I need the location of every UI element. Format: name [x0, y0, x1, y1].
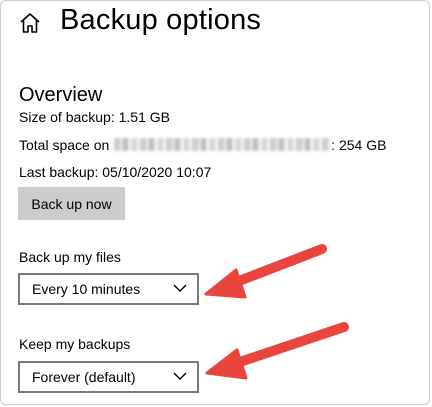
redacted-drive-name — [114, 138, 331, 151]
retention-dropdown[interactable]: Forever (default) — [18, 361, 199, 393]
retention-value: Forever (default) — [32, 369, 136, 385]
back-up-now-button[interactable]: Back up now — [18, 187, 125, 220]
last-backup-text: Last backup: 05/10/2020 10:07 — [19, 164, 212, 180]
total-space-text: Total space on : 254 GB — [19, 137, 386, 153]
backup-frequency-value: Every 10 minutes — [32, 281, 141, 297]
chevron-down-icon — [173, 284, 187, 292]
chevron-down-icon — [173, 372, 187, 380]
home-icon[interactable] — [18, 11, 42, 35]
backup-size-text: Size of backup: 1.51 GB — [19, 109, 170, 125]
retention-label: Keep my backups — [19, 336, 131, 352]
backup-frequency-dropdown[interactable]: Every 10 minutes — [18, 273, 199, 305]
page-title: Backup options — [60, 4, 262, 36]
total-space-suffix: : 254 GB — [331, 137, 387, 153]
overview-heading: Overview — [19, 84, 103, 106]
backup-frequency-label: Back up my files — [19, 249, 121, 265]
total-space-prefix: Total space on — [19, 137, 114, 153]
